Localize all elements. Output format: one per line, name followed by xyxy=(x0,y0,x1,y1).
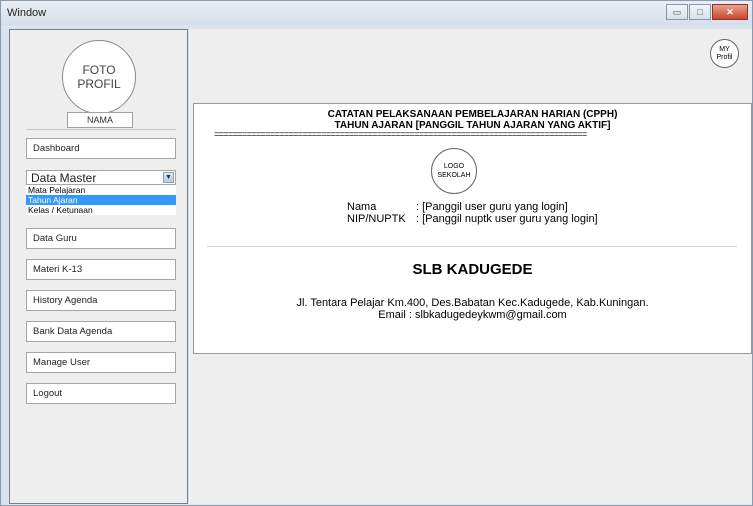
separator-rule: ========================================… xyxy=(214,129,587,139)
title-bar: Window ▭ □ ✕ xyxy=(1,1,752,25)
nama-value: : [Panggil user guru yang login] xyxy=(416,201,568,213)
school-logo: LOGO SEKOLAH xyxy=(431,148,477,194)
school-address: Jl. Tentara Pelajar Km.400, Des.Babatan … xyxy=(296,297,649,309)
minimize-icon[interactable]: ▭ xyxy=(666,4,688,20)
sidebar: FOTO PROFIL NAMA Dashboard Data Master ▼… xyxy=(9,29,188,504)
my-profile-button[interactable]: MY Profil xyxy=(710,39,739,68)
nip-label: NIP/NUPTK xyxy=(347,213,406,225)
nama-label: Nama xyxy=(347,201,377,213)
sidebar-item-logout[interactable]: Logout xyxy=(26,383,176,404)
maximize-icon[interactable]: □ xyxy=(689,4,711,20)
app-window: Window ▭ □ ✕ FOTO PROFIL NAMA Dashboard … xyxy=(0,0,753,506)
user-name-field: NAMA xyxy=(67,112,133,128)
sidebar-item-manage-user[interactable]: Manage User xyxy=(26,352,176,373)
cpph-panel: CATATAN PELAKSANAAN PEMBELAJARAN HARIAN … xyxy=(193,103,752,354)
photo-label-line1: FOTO xyxy=(82,63,116,77)
school-email: Email : slbkadugedeykwm@gmail.com xyxy=(378,309,567,321)
data-master-dropdown[interactable]: Data Master ▼ xyxy=(26,170,176,185)
main-content: MY Profil CATATAN PELAKSANAAN PEMBELAJAR… xyxy=(189,29,752,504)
close-icon[interactable]: ✕ xyxy=(712,4,748,20)
nip-value: : [Panggil nuptk user guru yang login] xyxy=(416,213,598,225)
my-profile-line2: Profil xyxy=(716,53,733,61)
photo-label-line2: PROFIL xyxy=(77,77,121,91)
option-kelas-ketunaan[interactable]: Kelas / Ketunaan xyxy=(26,205,176,215)
panel-title: CATATAN PELAKSANAAN PEMBELAJARAN HARIAN … xyxy=(327,109,618,120)
sidebar-item-bank-data-agenda[interactable]: Bank Data Agenda xyxy=(26,321,176,342)
teacher-info: Nama : [Panggil user guru yang login] NI… xyxy=(347,201,598,225)
chevron-down-icon[interactable]: ▼ xyxy=(163,172,174,183)
panel-divider xyxy=(207,246,737,247)
my-profile-line1: MY xyxy=(719,45,730,53)
profile-photo[interactable]: FOTO PROFIL xyxy=(62,40,136,114)
sidebar-item-data-guru[interactable]: Data Guru xyxy=(26,228,176,249)
logo-line1: LOGO xyxy=(443,163,465,170)
school-name: SLB KADUGEDE xyxy=(412,261,533,278)
sidebar-divider xyxy=(26,129,176,130)
option-tahun-ajaran[interactable]: Tahun Ajaran xyxy=(26,195,176,205)
window-controls: ▭ □ ✕ xyxy=(666,4,748,20)
sidebar-item-dashboard[interactable]: Dashboard xyxy=(26,138,176,159)
logo-line2: SEKOLAH xyxy=(437,172,471,179)
data-master-options: Mata Pelajaran Tahun Ajaran Kelas / Ketu… xyxy=(26,185,176,215)
option-mata-pelajaran[interactable]: Mata Pelajaran xyxy=(26,185,176,195)
window-title: Window xyxy=(7,7,47,19)
sidebar-item-history-agenda[interactable]: History Agenda xyxy=(26,290,176,311)
school-address-block: Jl. Tentara Pelajar Km.400, Des.Babatan … xyxy=(194,297,751,321)
dropdown-selected-value: Data Master xyxy=(31,170,97,185)
sidebar-item-materi-k13[interactable]: Materi K-13 xyxy=(26,259,176,280)
